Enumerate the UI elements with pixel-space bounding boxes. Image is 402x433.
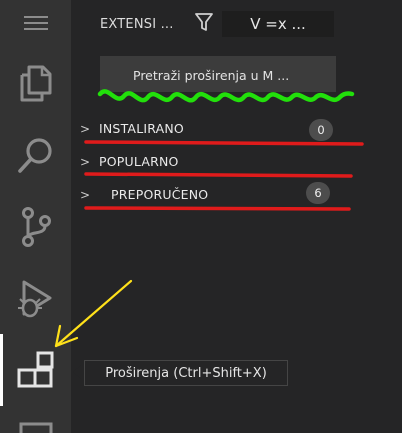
section-label: PREPORUČENO: [111, 187, 209, 202]
chevron-right-icon: >: [80, 188, 91, 202]
count-badge: 0: [309, 119, 333, 141]
run-debug-icon[interactable]: [0, 270, 71, 328]
extensions-tooltip: Proširenja (Ctrl+Shift+X): [84, 360, 288, 386]
chevron-right-icon: >: [80, 122, 91, 136]
source-control-icon[interactable]: [0, 198, 71, 256]
search-icon[interactable]: [0, 126, 71, 184]
activity-bar: [0, 0, 71, 433]
tooltip-arrow: [73, 365, 81, 379]
chevron-right-icon: >: [80, 155, 91, 169]
section-label: POPULARNO: [99, 154, 179, 169]
panel-title: EXTENSI ...: [100, 17, 174, 32]
filter-icon[interactable]: [195, 12, 213, 32]
section-installed[interactable]: > INSTALIRANO 0: [75, 115, 362, 145]
search-placeholder: Pretraži proširenja u M ...: [133, 68, 290, 83]
explorer-icon[interactable]: [0, 54, 71, 112]
menu-icon[interactable]: [0, 0, 71, 52]
extensions-icon[interactable]: [0, 342, 71, 400]
section-popular[interactable]: > POPULARNO: [75, 148, 362, 178]
remote-icon[interactable]: [0, 404, 71, 433]
section-recommended[interactable]: > PREPORUČENO 6: [75, 181, 362, 211]
section-label: INSTALIRANO: [99, 121, 184, 136]
views-button[interactable]: V =x ...: [222, 11, 334, 37]
count-badge: 6: [306, 182, 330, 204]
